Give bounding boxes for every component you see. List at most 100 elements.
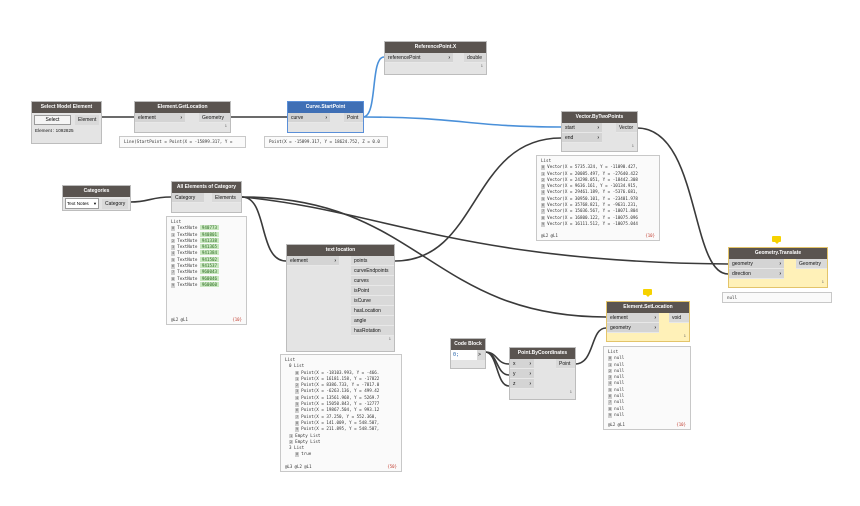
categories-node[interactable]: Categories Text Notes ▼ Category	[62, 185, 131, 211]
output-port-geometry[interactable]: Geometry	[199, 113, 230, 123]
wire-categories-to-allelements[interactable]	[129, 196, 172, 203]
input-port-start[interactable]: start ›	[562, 123, 602, 133]
input-port-x[interactable]: x ›	[510, 359, 534, 369]
list-item: 9 Vector(X = 16111.512, Y = -10075.044	[541, 220, 638, 227]
output-port-geometry[interactable]: Geometry	[796, 259, 827, 269]
output-port-element[interactable]: Element	[75, 115, 99, 125]
chevron-right-icon: ›	[529, 381, 531, 387]
chevron-right-icon: ›	[597, 125, 599, 131]
input-port-curve[interactable]: curve ›	[288, 113, 330, 123]
chevron-right-icon: ›	[779, 261, 781, 267]
note-icon[interactable]	[643, 289, 652, 297]
chevron-right-icon: ›	[529, 361, 531, 367]
output-port-point[interactable]: Point	[556, 359, 575, 369]
input-port-category[interactable]: Category	[172, 193, 204, 203]
node-title: Vector.ByTwoPoints	[562, 112, 637, 123]
output-port-void[interactable]: void	[669, 313, 689, 323]
input-port-geometry[interactable]: geometry ›	[729, 259, 784, 269]
output-port[interactable]: >	[477, 350, 485, 360]
output-port-double[interactable]: double	[464, 53, 486, 63]
output-port-haslocation[interactable]: hasLocation	[351, 306, 394, 316]
output-port-curveendpoints[interactable]: curveEndpoints	[351, 266, 394, 276]
node-title: Element.SetLocation	[607, 302, 689, 313]
output-port-hasrotation[interactable]: hasRotation	[351, 326, 394, 336]
input-port-geometry[interactable]: geometry ›	[607, 323, 659, 333]
code-block-node[interactable]: Code Block 0; >	[450, 338, 486, 369]
node-title: Categories	[63, 186, 130, 197]
node-title: Code Block	[451, 339, 485, 350]
wire-startpoint-to-reference[interactable]	[362, 56, 385, 118]
list-count: {10}	[645, 233, 655, 238]
input-port-referencepoint[interactable]: referencePoint ›	[385, 53, 453, 63]
chevron-right-icon: ›	[654, 325, 656, 331]
list-levels: @L3 @L2 @L1	[285, 464, 312, 469]
wire-point-to-setlocation[interactable]	[574, 327, 607, 365]
list-count: {10}	[232, 317, 242, 322]
list-count: {10}	[676, 422, 686, 427]
output-port-points[interactable]: points	[351, 256, 394, 266]
list-item: 9 null	[608, 411, 625, 418]
node-title: Point.ByCoordinates	[510, 348, 575, 359]
list-levels: @L2 @L1	[541, 233, 558, 238]
chevron-right-icon: ›	[334, 258, 336, 264]
chevron-right-icon: ›	[529, 371, 531, 377]
chevron-right-icon: ›	[448, 55, 450, 61]
chevron-down-icon: ▼	[93, 201, 97, 206]
all-elements-of-category-node[interactable]: All Elements of Category Category Elemen…	[171, 181, 242, 213]
chevron-right-icon: ›	[180, 115, 182, 121]
output-port-point[interactable]: Point	[344, 113, 363, 123]
curve-startpoint-node[interactable]: Curve.StartPoint curve › Point	[287, 101, 364, 133]
output-port-angle[interactable]: angle	[351, 316, 394, 326]
node-footer: 1	[569, 389, 572, 394]
wire-startpoint-to-vector-start[interactable]	[362, 116, 562, 128]
node-footer: 1	[388, 336, 391, 341]
chevron-right-icon: ›	[779, 271, 781, 277]
chevron-right-icon: ›	[654, 315, 656, 321]
output-port-vector[interactable]: Vector	[616, 123, 637, 133]
input-port-z[interactable]: z ›	[510, 379, 534, 389]
code-editor[interactable]: 0;	[451, 350, 477, 360]
category-dropdown[interactable]: Text Notes ▼	[65, 198, 99, 209]
input-port-element[interactable]: element ›	[135, 113, 185, 123]
text-location-node[interactable]: text location element › points curveEndpo…	[286, 244, 395, 352]
node-footer: 1	[631, 143, 634, 148]
element-getlocation-node[interactable]: Element.GetLocation element › Geometry 1	[134, 101, 231, 133]
input-port-end[interactable]: end ›	[562, 133, 602, 143]
input-port-y[interactable]: y ›	[510, 369, 534, 379]
select-button[interactable]: Select	[34, 115, 71, 125]
node-title: Geometry.Translate	[729, 248, 827, 259]
geometry-translate-node[interactable]: Geometry.Translate geometry › direction › …	[728, 247, 828, 288]
input-port-direction[interactable]: direction ›	[729, 269, 784, 279]
output-port-elements[interactable]: Elements	[212, 193, 241, 203]
output-port-curves[interactable]: curves	[351, 276, 394, 286]
node-title: All Elements of Category	[172, 182, 241, 193]
node-footer: 1	[821, 279, 824, 284]
chevron-right-icon: ›	[597, 135, 599, 141]
input-port-element[interactable]: element ›	[607, 313, 659, 323]
vector-bytwopoints-node[interactable]: Vector.ByTwoPoints start › end › Vector 1	[561, 111, 638, 152]
list-levels: @L2 @L1	[171, 317, 188, 322]
list-item: 0 true	[295, 451, 312, 458]
node-title: Select Model Element	[32, 102, 101, 113]
node-title: Element.GetLocation	[135, 102, 230, 113]
select-model-element-node[interactable]: Select Model Element Select Element Elem…	[31, 101, 102, 144]
list-levels: @L2 @L1	[608, 422, 625, 427]
setlocation-preview: List 0 null 1 null 2 null 3 null 4 null 5 null…	[603, 346, 691, 430]
output-port-category[interactable]: Category	[102, 198, 128, 209]
input-port-element[interactable]: element ›	[287, 256, 339, 266]
note-icon[interactable]	[772, 236, 781, 244]
selection-info: Element : 1092825	[35, 128, 74, 133]
output-port-ispoint[interactable]: isPoint	[351, 286, 394, 296]
startpoint-preview: Point(X = -15899.317, Y = 18624.752, Z =…	[264, 136, 388, 148]
translate-preview: null	[722, 292, 832, 303]
element-setlocation-node[interactable]: Element.SetLocation element › geometry › v…	[606, 301, 690, 342]
getlocation-preview: Line(StartPoint = Point(X = -15899.317, …	[119, 136, 246, 148]
output-port-iscurve[interactable]: isCurve	[351, 296, 394, 306]
node-title: text location	[287, 245, 394, 256]
text-location-preview: List 0 List 0 Point(X = -18103.993, Y = -…	[280, 354, 402, 472]
point-bycoordinates-node[interactable]: Point.ByCoordinates x › y › z › Point 1	[509, 347, 576, 400]
referencepoint-x-node[interactable]: ReferencePoint.X referencePoint › double …	[384, 41, 487, 75]
all-elements-preview: List 0 TextNote 940773 1 TextNote 940801 2…	[166, 216, 247, 325]
wire-elements-to-textlocation[interactable]	[241, 196, 287, 262]
node-footer: 1	[683, 333, 686, 338]
